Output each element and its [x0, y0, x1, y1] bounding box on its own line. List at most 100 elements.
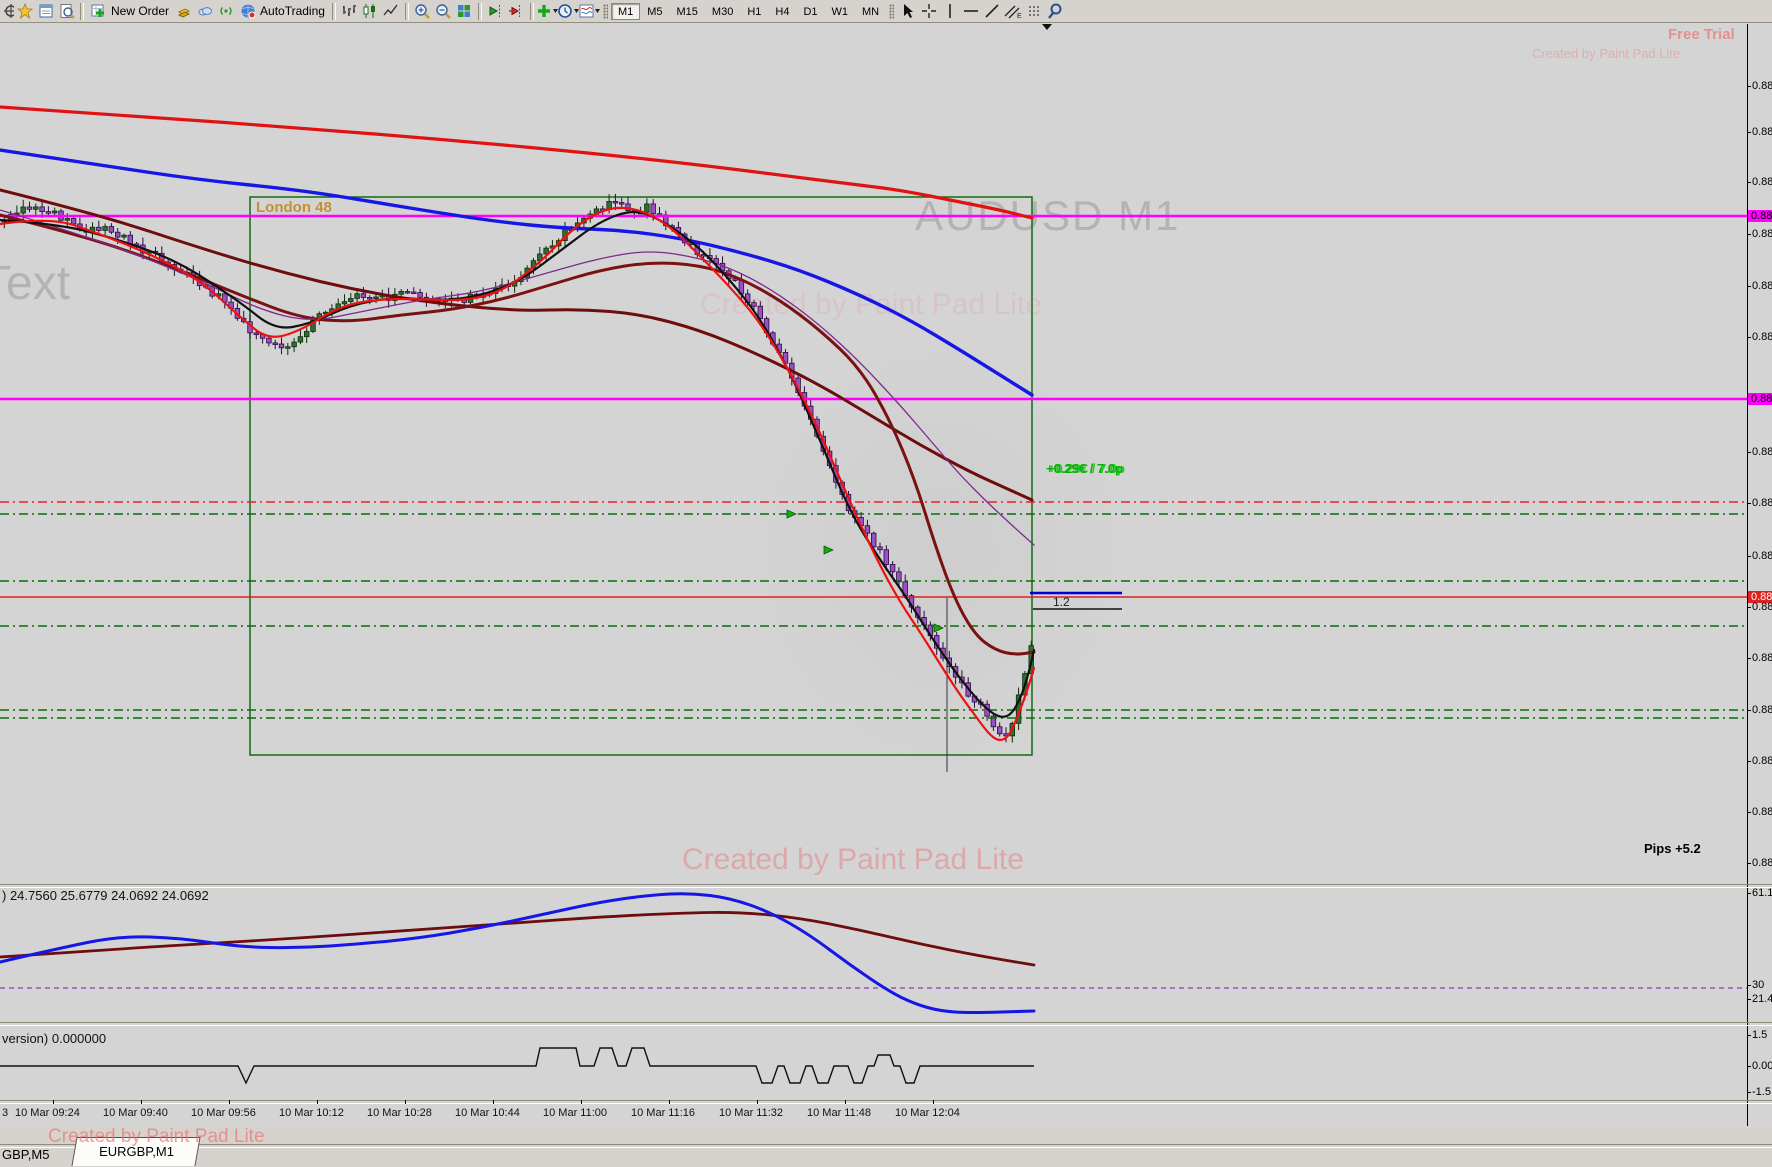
time-axis-label: 10 Mar 11:32	[719, 1107, 784, 1119]
timeframe-button-W1[interactable]: W1	[825, 3, 856, 20]
chart-shift-icon[interactable]	[506, 1, 527, 21]
timeframe-button-H4[interactable]: H4	[768, 3, 796, 20]
indicator-axis-label: 30	[1752, 979, 1765, 991]
price-level-label-mag: 0.88	[1748, 210, 1772, 222]
time-axis-label: 10 Mar 09:24	[15, 1107, 80, 1119]
market-depth-icon[interactable]	[173, 1, 194, 21]
price-tick-label: 0.88	[1752, 331, 1772, 343]
chart-tab-EURGBP-M1[interactable]: EURGBP,M1	[71, 1137, 201, 1166]
chart-area[interactable]	[0, 24, 1747, 1126]
price-tick-label: 0.88	[1752, 176, 1772, 188]
price-tick-label: 0.88	[1752, 550, 1772, 562]
indicator-tick-mark	[1747, 999, 1751, 1000]
time-tick-mark	[669, 1100, 670, 1104]
price-tick-mark	[1747, 607, 1751, 608]
magnifier-icon[interactable]	[1044, 1, 1065, 21]
price-tick-mark	[1747, 234, 1751, 235]
zoom-out-icon[interactable]	[433, 1, 454, 21]
price-tick-label: 0.88	[1752, 228, 1772, 240]
time-tick-mark	[405, 1100, 406, 1104]
timeframe-button-M5[interactable]: M5	[640, 3, 669, 20]
timeframe-button-M30[interactable]: M30	[705, 3, 740, 20]
time-axis-label: 10 Mar 11:00	[543, 1107, 608, 1119]
crosshair-icon[interactable]	[918, 1, 939, 21]
panel-divider[interactable]	[0, 1100, 1772, 1104]
notepad-icon[interactable]	[35, 1, 56, 21]
timeframe-button-MN[interactable]: MN	[855, 3, 886, 20]
price-tick-label: 0.88	[1752, 857, 1772, 869]
autotrading-button[interactable]: AutoTrading	[236, 1, 329, 21]
time-axis-label: 10 Mar 11:48	[807, 1107, 872, 1119]
equidistant-channel-icon[interactable]: E	[1002, 1, 1023, 21]
time-axis-label: 10 Mar 10:28	[367, 1107, 432, 1119]
chart-tab-GBP-M5[interactable]: GBP,M5	[2, 1147, 49, 1162]
more-tools-icon[interactable]	[1023, 1, 1044, 21]
chart-window-icon[interactable]	[1, 1, 14, 21]
timeframe-button-H1[interactable]: H1	[740, 3, 768, 20]
toolbar-separator	[404, 2, 409, 20]
price-tick-label: 0.88	[1752, 80, 1772, 92]
candlestick-chart-icon[interactable]	[360, 1, 381, 21]
price-tick-mark	[1747, 812, 1751, 813]
trade-profit-label: +0.29€ / 7.0p	[1046, 461, 1123, 476]
time-tick-mark	[845, 1100, 846, 1104]
print-preview-icon[interactable]	[56, 1, 77, 21]
timeframe-button-D1[interactable]: D1	[796, 3, 824, 20]
toolbar-separator	[529, 2, 534, 20]
toolbar-drag-handle[interactable]	[602, 3, 608, 19]
indicator-axis-label: 61.1	[1752, 887, 1772, 899]
faint-image-watermark	[740, 324, 1140, 784]
price-tick-mark	[1747, 452, 1751, 453]
price-tick-mark	[1747, 658, 1751, 659]
indicator-tick-mark	[1747, 1035, 1751, 1036]
zoom-in-icon[interactable]	[412, 1, 433, 21]
line-chart-icon[interactable]	[381, 1, 402, 21]
time-axis-label: 10 Mar 09:56	[191, 1107, 256, 1119]
time-tick-mark	[933, 1100, 934, 1104]
vertical-line-icon[interactable]	[939, 1, 960, 21]
indicators-icon[interactable]	[537, 1, 558, 21]
time-axis-edge-label: 3	[2, 1107, 9, 1119]
auto-scroll-icon[interactable]	[485, 1, 506, 21]
time-tick-mark	[53, 1100, 54, 1104]
toolbar-drag-handle[interactable]	[889, 3, 895, 19]
indicator-tick-mark	[1747, 1092, 1751, 1093]
timeframe-button-M1[interactable]: M1	[610, 2, 641, 20]
chart-tab-label: EURGBP,M1	[99, 1144, 174, 1159]
trendline-icon[interactable]	[981, 1, 1002, 21]
price-tick-mark	[1747, 86, 1751, 87]
toolbar-separator	[331, 2, 336, 20]
chart-dropdown-arrow-icon[interactable]	[1042, 24, 1052, 30]
toolbar-separator	[80, 2, 84, 20]
time-axis-label: 10 Mar 11:16	[631, 1107, 696, 1119]
tile-windows-icon[interactable]	[454, 1, 475, 21]
bar-chart-icon[interactable]	[339, 1, 360, 21]
time-axis-label: 10 Mar 12:04	[895, 1107, 960, 1119]
price-tick-label: 0.88	[1752, 652, 1772, 664]
periods-icon[interactable]	[558, 1, 579, 21]
indicator-axis-label: 1.5	[1752, 1029, 1768, 1041]
favorites-star-icon[interactable]	[14, 1, 35, 21]
cursor-icon[interactable]	[897, 1, 918, 21]
pips-counter-label: Pips +5.2	[1644, 841, 1701, 856]
trade-level-label: 1.2	[1053, 595, 1070, 609]
time-axis-label: 10 Mar 10:44	[455, 1107, 520, 1119]
time-tick-mark	[581, 1100, 582, 1104]
toolbar: New Order AutoTrading M1 M5 M15 M30 H1 H4 D1 W1…	[0, 0, 1772, 23]
price-tick-label: 0.88	[1752, 755, 1772, 767]
indicator2-values-label: version) 0.000000	[2, 1031, 107, 1046]
london-session-label: London 48	[256, 199, 332, 216]
templates-icon[interactable]	[579, 1, 600, 21]
time-axis-label: 10 Mar 09:40	[103, 1107, 168, 1119]
horizontal-line-icon[interactable]	[960, 1, 981, 21]
signals-icon[interactable]	[215, 1, 236, 21]
virtual-hosting-icon[interactable]	[194, 1, 215, 21]
timeframe-button-M15[interactable]: M15	[670, 3, 705, 20]
price-tick-label: 0.88	[1752, 126, 1772, 138]
new-order-label: New Order	[111, 4, 170, 18]
panel-divider[interactable]	[0, 1022, 1772, 1026]
new-order-button[interactable]: New Order	[87, 1, 173, 21]
price-tick-mark	[1747, 710, 1751, 711]
panel-divider[interactable]	[0, 884, 1772, 888]
price-axis-line	[1747, 24, 1748, 1126]
